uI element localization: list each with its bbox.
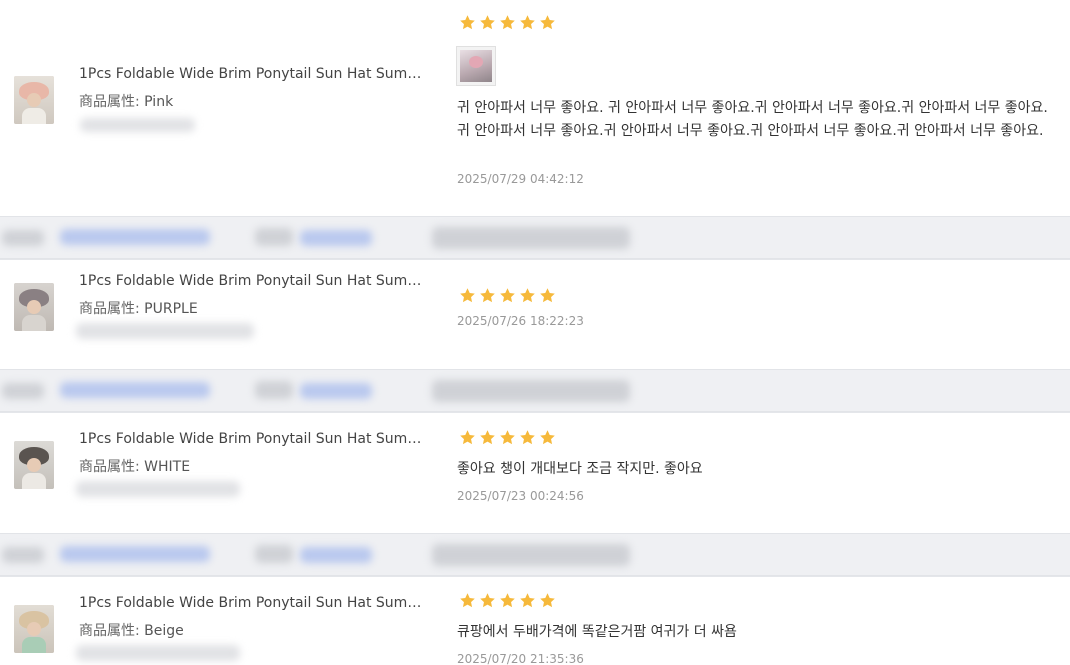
star-icon	[500, 430, 515, 445]
review-photo[interactable]	[456, 46, 496, 86]
star-icon	[520, 593, 535, 608]
redacted-text	[255, 228, 293, 246]
star-icon	[540, 430, 555, 445]
product-thumbnail[interactable]	[14, 605, 54, 653]
star-icon	[480, 15, 495, 30]
star-icon	[480, 288, 495, 303]
review-row: 1Pcs Foldable Wide Brim Ponytail Sun Hat…	[0, 0, 1070, 200]
redacted-text	[76, 323, 254, 339]
redacted-text	[432, 544, 630, 566]
star-icon	[540, 593, 555, 608]
star-icon	[480, 593, 495, 608]
product-name[interactable]: 1Pcs Foldable Wide Brim Ponytail Sun Hat…	[79, 66, 424, 82]
redacted-order-id	[60, 229, 210, 245]
star-rating	[459, 287, 556, 304]
attribute-value: WHITE	[144, 459, 191, 475]
review-timestamp: 2025/07/26 18:22:23	[457, 314, 584, 328]
review-comment: 귀 안아파서 너무 좋아요. 귀 안아파서 너무 좋아요.귀 안아파서 너무 좋…	[457, 100, 1048, 139]
attribute-value: PURPLE	[144, 301, 198, 317]
order-info-bar	[0, 369, 1070, 412]
redacted-order-id	[60, 546, 210, 562]
redacted-text	[76, 645, 240, 661]
star-icon	[460, 593, 475, 608]
product-name[interactable]: 1Pcs Foldable Wide Brim Ponytail Sun Hat…	[79, 595, 424, 611]
order-info-bar	[0, 216, 1070, 259]
review-timestamp: 2025/07/20 21:35:36	[457, 652, 584, 665]
review-timestamp: 2025/07/23 00:24:56	[457, 489, 584, 503]
star-icon	[520, 15, 535, 30]
redacted-text	[2, 383, 44, 399]
star-icon	[520, 430, 535, 445]
attribute-key: 商品属性:	[79, 459, 140, 475]
order-info-bar	[0, 533, 1070, 576]
star-rating	[459, 14, 556, 31]
redacted-text	[432, 227, 630, 249]
review-row: 1Pcs Foldable Wide Brim Ponytail Sun Hat…	[0, 412, 1070, 517]
redacted-text	[255, 545, 293, 563]
star-icon	[460, 15, 475, 30]
attribute-value: Pink	[144, 94, 174, 110]
product-thumbnail[interactable]	[14, 283, 54, 331]
redacted-text	[300, 230, 372, 246]
review-comment: 좋아요 챙이 개대보다 조금 작지만. 좋아요	[457, 461, 703, 477]
attribute-value: Beige	[144, 623, 184, 639]
redacted-order-id	[60, 382, 210, 398]
redacted-text	[300, 383, 372, 399]
product-thumbnail[interactable]	[14, 76, 54, 124]
star-rating	[459, 592, 556, 609]
star-icon	[500, 288, 515, 303]
star-rating	[459, 429, 556, 446]
star-icon	[460, 288, 475, 303]
star-icon	[500, 593, 515, 608]
star-icon	[480, 430, 495, 445]
star-icon	[540, 288, 555, 303]
review-row: 1Pcs Foldable Wide Brim Ponytail Sun Hat…	[0, 576, 1070, 665]
attribute-key: 商品属性:	[79, 623, 140, 639]
review-list: 1Pcs Foldable Wide Brim Ponytail Sun Hat…	[0, 0, 1070, 665]
redacted-text	[255, 381, 293, 399]
attribute-key: 商品属性:	[79, 301, 140, 317]
redacted-text	[80, 118, 195, 132]
product-attribute: 商品属性: PURPLE	[79, 298, 198, 318]
product-name[interactable]: 1Pcs Foldable Wide Brim Ponytail Sun Hat…	[79, 431, 424, 447]
star-icon	[460, 430, 475, 445]
product-attribute: 商品属性: Beige	[79, 620, 184, 640]
review-photo-image	[460, 50, 492, 82]
product-thumbnail[interactable]	[14, 441, 54, 489]
redacted-text	[76, 481, 240, 497]
product-attribute: 商品属性: Pink	[79, 91, 173, 111]
redacted-text	[2, 230, 44, 246]
product-name[interactable]: 1Pcs Foldable Wide Brim Ponytail Sun Hat…	[79, 273, 424, 289]
star-icon	[520, 288, 535, 303]
review-timestamp: 2025/07/29 04:42:12	[457, 172, 584, 186]
attribute-key: 商品属性:	[79, 94, 140, 110]
redacted-text	[300, 547, 372, 563]
redacted-text	[432, 380, 630, 402]
star-icon	[540, 15, 555, 30]
redacted-text	[2, 547, 44, 563]
review-row: 1Pcs Foldable Wide Brim Ponytail Sun Hat…	[0, 259, 1070, 353]
product-attribute: 商品属性: WHITE	[79, 456, 190, 476]
review-comment: 큐팡에서 두배가격에 똑같은거팜 여귀가 더 싸욤	[457, 624, 737, 640]
star-icon	[500, 15, 515, 30]
